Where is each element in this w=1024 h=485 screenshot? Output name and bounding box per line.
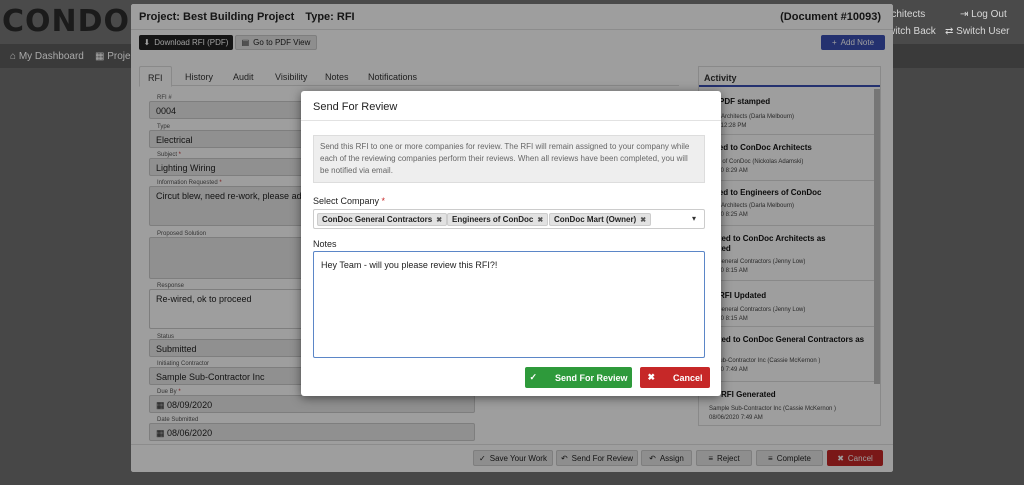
check-icon: ✓ bbox=[529, 372, 537, 382]
company-chip[interactable]: ConDoc Mart (Owner) ✖ bbox=[549, 213, 652, 226]
nav-dashboard[interactable]: ⌂ My Dashboard bbox=[10, 51, 84, 62]
company-select[interactable]: ConDoc General Contractors ✖ Engineers o… bbox=[313, 209, 705, 229]
log-out-link[interactable]: ⇥ Log Out bbox=[960, 9, 1007, 20]
send-for-review-dialog: Send For Review Send this RFI to one or … bbox=[301, 91, 721, 396]
company-chip[interactable]: Engineers of ConDoc ✖ bbox=[447, 213, 549, 226]
send-for-review-submit-button[interactable]: ✓ Send For Review bbox=[525, 367, 632, 388]
home-icon: ⌂ bbox=[10, 51, 17, 62]
dialog-info-text: Send this RFI to one or more companies f… bbox=[313, 135, 705, 183]
notes-textarea[interactable]: Hey Team - will you please review this R… bbox=[313, 251, 705, 358]
caret-down-icon[interactable]: ▾ bbox=[692, 214, 696, 223]
remove-icon[interactable]: ✖ bbox=[537, 216, 543, 224]
close-icon: ✖ bbox=[647, 372, 656, 382]
switch-back-link[interactable]: witch Back bbox=[888, 26, 936, 37]
company-chip[interactable]: ConDoc General Contractors ✖ bbox=[317, 213, 448, 226]
notes-label: Notes bbox=[313, 239, 337, 249]
select-company-label: Select Company * bbox=[313, 196, 386, 206]
required-marker: * bbox=[379, 196, 386, 206]
app-logo: CONDO bbox=[2, 4, 131, 39]
log-out-icon: ⇥ bbox=[960, 9, 969, 20]
remove-icon[interactable]: ✖ bbox=[436, 216, 442, 224]
dialog-title: Send For Review bbox=[313, 101, 398, 113]
architects-link[interactable]: rchitects bbox=[888, 9, 925, 20]
switch-user-link[interactable]: ⇄ Switch User bbox=[945, 26, 1010, 37]
nav-projects[interactable]: ▦ Proje bbox=[95, 51, 131, 62]
grid-icon: ▦ bbox=[95, 51, 105, 62]
remove-icon[interactable]: ✖ bbox=[640, 216, 646, 224]
switch-user-icon: ⇄ bbox=[945, 26, 954, 37]
divider bbox=[301, 120, 721, 121]
dialog-cancel-button[interactable]: ✖ Cancel bbox=[640, 367, 710, 388]
